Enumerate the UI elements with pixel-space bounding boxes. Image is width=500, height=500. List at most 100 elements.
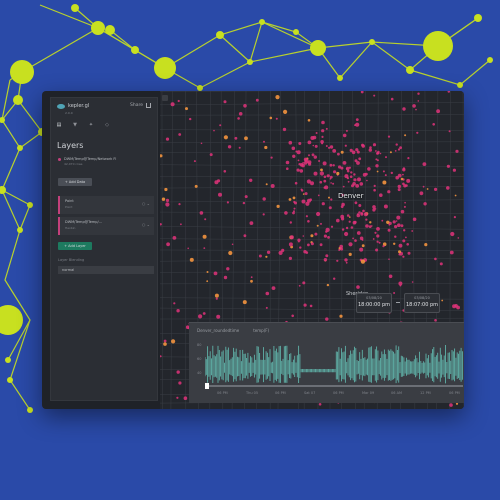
map-point xyxy=(298,284,301,287)
map-point xyxy=(332,164,335,167)
map-point xyxy=(269,116,273,120)
timeline-handle[interactable] xyxy=(205,383,209,389)
map-point xyxy=(178,203,181,206)
map-point xyxy=(342,161,347,165)
map-point xyxy=(330,225,334,228)
layer-controls-icon[interactable]: ○ ⌄ xyxy=(142,222,150,227)
map-point xyxy=(394,235,397,238)
map-point xyxy=(243,104,247,108)
map-point xyxy=(266,250,271,254)
series-a-label[interactable]: Denver_roundedtime xyxy=(197,328,239,333)
interaction-icon[interactable]: ✦ xyxy=(88,122,94,128)
map-point xyxy=(223,100,227,104)
map-point xyxy=(402,167,406,170)
map-point xyxy=(417,100,420,102)
share-icon xyxy=(146,103,151,108)
time-range-start[interactable]: 03/08/20 18:00:00 pm xyxy=(356,293,392,313)
map-point xyxy=(262,213,265,216)
add-layer-button[interactable]: + Add Layer xyxy=(58,242,92,250)
map-point xyxy=(338,165,342,169)
map-point xyxy=(395,175,399,180)
map-point xyxy=(303,303,307,307)
series-b-label[interactable]: temp(F) xyxy=(253,328,269,333)
layer-item-point[interactable]: Point Point ○ ⌄ xyxy=(58,196,154,214)
map-point xyxy=(178,133,182,136)
map-point xyxy=(307,220,310,223)
map-point xyxy=(314,144,318,148)
map-point xyxy=(209,153,213,157)
collapse-sidebar-button[interactable] xyxy=(162,95,168,101)
map-point xyxy=(455,402,459,405)
map-point xyxy=(394,225,398,229)
map-point xyxy=(404,134,407,137)
filter-icon[interactable]: ▼ xyxy=(72,122,78,128)
map-point xyxy=(434,187,438,191)
timeline-chart[interactable] xyxy=(205,341,463,389)
map-point xyxy=(289,235,294,240)
map-point xyxy=(170,102,175,107)
map-point xyxy=(404,201,406,204)
map-point xyxy=(385,156,387,159)
map-point xyxy=(294,181,298,185)
map-point xyxy=(202,312,206,315)
layer-controls-icon[interactable]: ○ ⌄ xyxy=(142,201,150,206)
map-point xyxy=(339,244,343,249)
panel-tabs: ▤ ▼ ✦ ◇ xyxy=(56,122,110,128)
map-point xyxy=(321,142,324,145)
layer-item-hexbin[interactable]: DWM/Temp@Temp/... Hexbin ○ ⌄ xyxy=(58,217,154,235)
map-point xyxy=(452,168,456,172)
map-point xyxy=(412,104,416,108)
timeline-track[interactable] xyxy=(205,385,463,387)
share-button[interactable]: Share xyxy=(130,103,151,108)
map-point xyxy=(354,201,358,205)
time-widget: Denver_roundedtime temp(F) 80 60 40 06 P… xyxy=(189,322,464,403)
map-point xyxy=(454,194,457,197)
map-point xyxy=(219,124,222,127)
map-point xyxy=(305,215,308,218)
map-street xyxy=(160,258,464,262)
map-point xyxy=(455,149,459,153)
map-point xyxy=(366,179,368,182)
map-point xyxy=(360,259,365,264)
map-point xyxy=(392,220,396,224)
map-street xyxy=(160,226,464,230)
map-point xyxy=(407,157,410,160)
map-point xyxy=(323,234,327,238)
map-point xyxy=(396,215,401,220)
map-point xyxy=(349,175,353,178)
time-range-end[interactable]: 03/08/20 18:07:00 pm xyxy=(404,293,440,313)
map-point xyxy=(412,217,417,222)
map-point xyxy=(361,144,365,148)
layer-blending-select[interactable]: normal xyxy=(58,266,154,274)
map-point xyxy=(275,117,278,120)
map-point xyxy=(441,299,444,302)
map-point xyxy=(345,226,349,230)
map-point xyxy=(326,283,330,287)
map-point xyxy=(283,109,288,114)
map-street xyxy=(160,199,464,203)
map-point xyxy=(327,236,330,239)
add-data-button[interactable]: + Add Data xyxy=(58,178,92,186)
map-point xyxy=(411,230,414,232)
map-point xyxy=(359,247,364,252)
x-tick-label: 06 AM xyxy=(391,391,402,395)
map-point xyxy=(163,342,167,346)
map-point xyxy=(176,370,180,374)
timeline-waveform xyxy=(205,345,463,384)
map-point xyxy=(321,120,325,125)
map-point xyxy=(304,192,308,196)
map-point xyxy=(292,196,296,200)
time-range-separator xyxy=(396,302,400,303)
map-point xyxy=(411,281,414,283)
map-point xyxy=(176,396,179,399)
map-point xyxy=(310,136,315,140)
map-point xyxy=(365,224,369,228)
basemap-icon[interactable]: ◇ xyxy=(104,122,110,128)
brand-version: 2.0.0 xyxy=(65,111,73,115)
map-point xyxy=(308,154,310,157)
layers-icon[interactable]: ▤ xyxy=(56,122,62,128)
map-point xyxy=(362,172,367,177)
map-point xyxy=(382,180,387,185)
x-tick-label: 06 PM xyxy=(333,391,344,395)
map-point xyxy=(402,173,404,176)
